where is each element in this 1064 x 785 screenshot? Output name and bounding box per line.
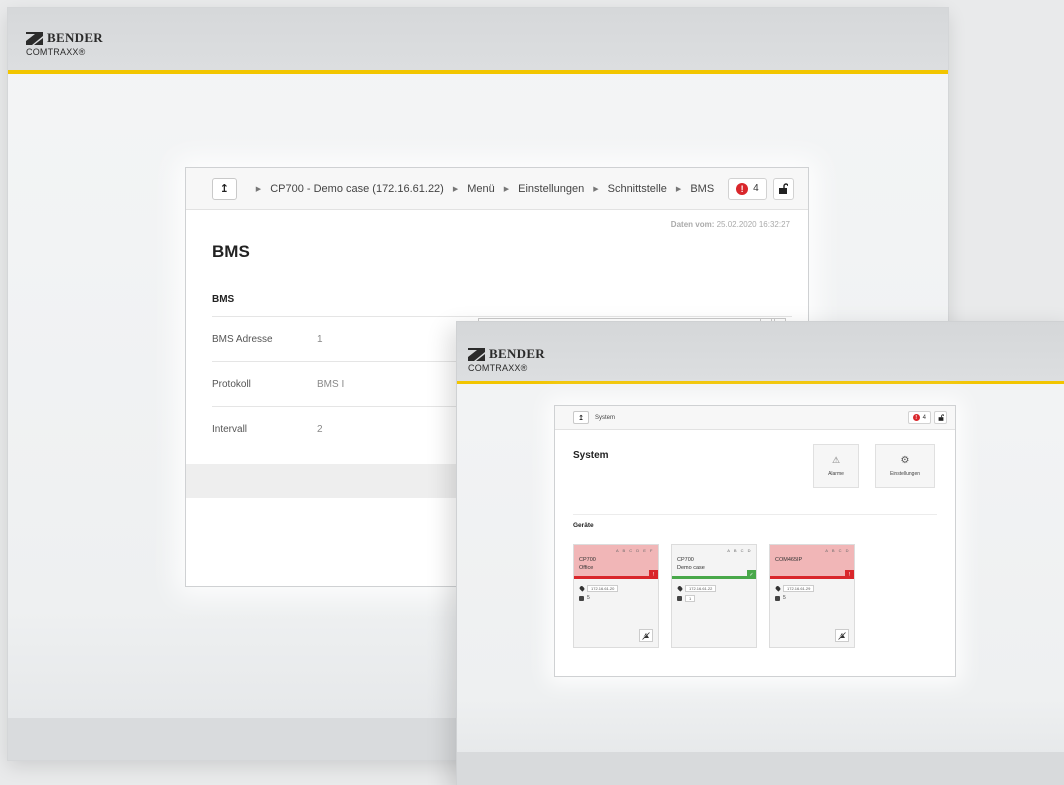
front-device-frame: BENDER COMTRAXX® ↥ System ! 4 System ⚠ A… [457, 322, 1064, 785]
lock-button[interactable] [772, 177, 794, 200]
section-heading: BMS [212, 294, 235, 305]
bender-logo: BENDER COMTRAXX® [26, 30, 103, 57]
page-title: System [573, 450, 609, 461]
device-card-com465ip[interactable]: A B C D COM465IP ! 172.16.61.29 5 [769, 544, 855, 648]
device-location: Demo case [677, 565, 705, 571]
device-card-header: A B C D CP700 Demo case ✓ [672, 545, 756, 579]
front-device-top-bar [457, 322, 1064, 384]
settings-row-value: 1 [317, 333, 323, 345]
bender-logo: BENDER COMTRAXX® [468, 346, 545, 373]
device-name: CP700 [677, 557, 694, 563]
alert-icon: ! [649, 570, 658, 579]
logo-product: COMTRAXX® [26, 47, 86, 57]
front-device-bottom-strip [457, 752, 1064, 785]
settings-row-value: BMS I [317, 378, 345, 390]
device-card-cp700-demo[interactable]: A B C D CP700 Demo case ✓ 172.16.61.22 1 [671, 544, 757, 648]
data-timestamp: Daten vom: 25.02.2020 16:32:27 [671, 220, 790, 229]
home-button[interactable]: ↥ [212, 177, 237, 200]
alert-icon: ! [845, 570, 854, 579]
unlock-icon [779, 183, 789, 194]
device-count: 1 [685, 595, 696, 602]
device-count-icon [677, 596, 682, 601]
breadcrumb-bar: ↥ ▶ CP700 - Demo case (172.16.61.22) ▶ M… [186, 168, 808, 210]
device-card-header: A B C D E F CP700 Office ! [574, 545, 658, 579]
device-count: 5 [783, 595, 786, 601]
page-title: BMS [212, 242, 250, 261]
lock-button[interactable] [934, 411, 947, 424]
device-location: Office [579, 565, 594, 571]
breadcrumb-separator-icon: ▶ [675, 185, 682, 193]
device-flags: A B C D [825, 548, 850, 553]
mute-alarm-button[interactable] [639, 629, 653, 642]
section-heading: Geräte [573, 522, 594, 529]
location-pin-icon [578, 585, 586, 592]
mute-alarm-button[interactable] [835, 629, 849, 642]
location-pin-icon [774, 585, 782, 592]
breadcrumb-item-bms: BMS [690, 182, 715, 195]
home-button[interactable]: ↥ [573, 411, 589, 424]
breadcrumb-item-device[interactable]: CP700 - Demo case (172.16.61.22) [270, 183, 444, 195]
breadcrumb-separator-icon: ▶ [593, 185, 599, 193]
mute-bell-icon [642, 631, 650, 640]
breadcrumb-separator-icon: ▶ [503, 185, 510, 193]
device-count: 5 [587, 595, 590, 601]
alarm-badge-button[interactable]: ! 4 [907, 411, 931, 424]
data-timestamp-label: Daten vom: [670, 220, 715, 229]
breadcrumb-bar: ↥ System ! 4 [555, 406, 955, 430]
logo-product: COMTRAXX® [468, 363, 528, 373]
back-device-top-bar [8, 8, 948, 74]
location-pin-icon [676, 585, 684, 592]
gear-icon: ⚙ [900, 455, 910, 466]
check-icon: ✓ [747, 570, 756, 579]
warning-icon: ⚠ [831, 455, 841, 465]
breadcrumb: ▶ CP700 - Demo case (172.16.61.22) ▶ Men… [247, 183, 714, 195]
alarm-icon: ! [736, 182, 749, 195]
breadcrumb-separator-icon: ▶ [452, 185, 459, 193]
alarm-count: 4 [753, 183, 759, 194]
front-screen: ↥ System ! 4 System ⚠ Alarme ⚙ Einstellu… [555, 406, 955, 676]
settings-row-label: Intervall [212, 423, 248, 435]
device-count-icon [775, 595, 780, 601]
breadcrumb-item-settings[interactable]: Einstellungen [518, 183, 584, 195]
settings-row-label: Protokoll [212, 378, 251, 390]
device-name: CP700 [579, 557, 596, 563]
alarms-tile-button[interactable]: ⚠ Alarme [813, 444, 859, 488]
data-timestamp-value: 25.02.2020 16:32:27 [716, 220, 790, 229]
settings-tile-button[interactable]: ⚙ Einstellungen [875, 444, 935, 488]
section-divider [573, 514, 937, 515]
breadcrumb-separator-icon: ▶ [255, 185, 262, 193]
breadcrumb-item-system: System [595, 414, 616, 421]
device-ip: 172.16.61.22 [685, 585, 717, 592]
alarm-count: 4 [922, 414, 926, 421]
logo-brand: BENDER [489, 346, 545, 361]
device-card-cp700-office[interactable]: A B C D E F CP700 Office ! 172.16.61.20 … [573, 544, 659, 648]
alarm-badge-button[interactable]: ! 4 [728, 177, 767, 200]
tile-label: Einstellungen [889, 471, 921, 477]
device-name: COM465IP [775, 557, 803, 563]
settings-row-label: BMS Adresse [212, 333, 273, 345]
tile-label: Alarme [828, 471, 844, 477]
device-ip: 172.16.61.29 [783, 585, 815, 592]
unlock-icon [938, 414, 944, 421]
logo-brand: BENDER [47, 30, 103, 45]
bender-logo-icon [26, 31, 43, 45]
settings-row-value: 2 [317, 423, 323, 435]
device-count-icon [579, 595, 584, 601]
device-flags: A B C D E F [615, 548, 654, 553]
device-flags: A B C D [727, 548, 752, 553]
breadcrumb-item-menu[interactable]: Menü [467, 183, 495, 195]
device-card-header: A B C D COM465IP ! [770, 545, 854, 579]
mute-bell-icon [838, 631, 846, 640]
device-ip: 172.16.61.20 [587, 585, 619, 592]
alarm-icon: ! [912, 414, 920, 421]
breadcrumb-item-interface[interactable]: Schnittstelle [608, 183, 667, 195]
bender-logo-icon [468, 347, 485, 361]
